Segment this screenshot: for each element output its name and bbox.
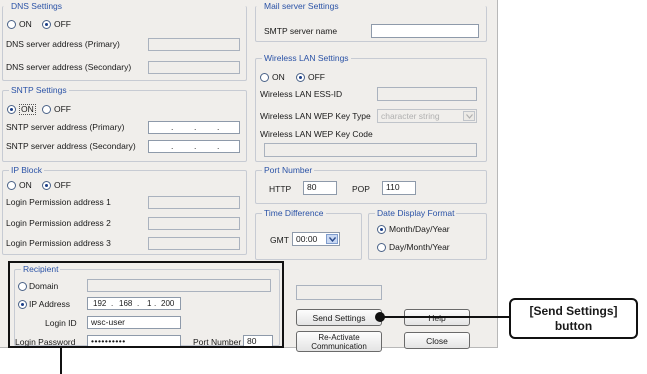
smtp-server-input[interactable] bbox=[371, 24, 479, 38]
ip-dot: . bbox=[171, 141, 174, 151]
sntp-secondary-input[interactable]: . . . bbox=[148, 140, 240, 153]
wireless-lan-group: Wireless LAN Settings ON OFF Wireless LA… bbox=[255, 53, 487, 162]
sntp-secondary-label: SNTP server address (Secondary) bbox=[6, 141, 136, 151]
dns-on-label: ON bbox=[19, 19, 32, 29]
date-display-format-group: Date Display Format Month/Day/Year Day/M… bbox=[368, 208, 487, 260]
wlan-off-label: OFF bbox=[308, 72, 325, 82]
ip-dot: . bbox=[171, 122, 174, 132]
gmt-offset-select[interactable]: 00:00 bbox=[292, 232, 340, 246]
login-permission-address-2-label: Login Permission address 2 bbox=[6, 218, 111, 228]
smtp-server-label: SMTP server name bbox=[264, 26, 338, 36]
mail-server-title: Mail server Settings bbox=[262, 1, 341, 12]
close-button[interactable]: Close bbox=[404, 332, 470, 349]
sntp-on-label: ON bbox=[19, 104, 36, 115]
wlan-essid-label: Wireless LAN ESS-ID bbox=[260, 89, 343, 99]
wlan-wep-type-select[interactable]: character string bbox=[377, 109, 477, 123]
chevron-down-icon[interactable] bbox=[463, 111, 475, 121]
date-format-mdy-label: Month/Day/Year bbox=[389, 224, 450, 234]
dns-off-label: OFF bbox=[54, 19, 71, 29]
wlan-wep-type-value: character string bbox=[381, 111, 440, 121]
ip-dot: . bbox=[194, 122, 197, 132]
time-difference-title: Time Difference bbox=[262, 208, 326, 219]
sntp-settings-group: SNTP Settings ON OFF SNTP server address… bbox=[2, 85, 247, 162]
dns-secondary-input[interactable] bbox=[148, 61, 240, 74]
reactivate-label-line1: Re-Activate bbox=[318, 332, 360, 342]
sntp-settings-title: SNTP Settings bbox=[9, 85, 69, 96]
wlan-wep-code-label: Wireless LAN WEP Key Code bbox=[260, 129, 373, 139]
wlan-wep-code-input[interactable] bbox=[264, 143, 477, 157]
login-permission-address-3-input[interactable] bbox=[148, 237, 240, 250]
dns-primary-label: DNS server address (Primary) bbox=[6, 39, 120, 49]
login-permission-address-1-input[interactable] bbox=[148, 196, 240, 209]
ipblock-on-label: ON bbox=[19, 180, 32, 190]
recipient-highlight-frame bbox=[8, 261, 284, 348]
status-box bbox=[296, 285, 382, 300]
wlan-wep-type-label: Wireless LAN WEP Key Type bbox=[260, 111, 371, 121]
time-difference-group: Time Difference GMT 00:00 bbox=[255, 208, 362, 260]
wlan-essid-input[interactable] bbox=[377, 87, 477, 101]
send-settings-callout: [Send Settings] button bbox=[509, 298, 638, 339]
login-permission-address-2-input[interactable] bbox=[148, 217, 240, 230]
sntp-primary-input[interactable]: . . . bbox=[148, 121, 240, 134]
ip-block-title: IP Block bbox=[9, 165, 45, 176]
sntp-off-radio[interactable] bbox=[42, 105, 51, 114]
ip-block-group: IP Block ON OFF Login Permission address… bbox=[2, 165, 247, 255]
login-permission-address-3-label: Login Permission address 3 bbox=[6, 238, 111, 248]
port-number-group: Port Number HTTP 80 POP 110 bbox=[255, 165, 487, 204]
date-format-dmy-radio[interactable] bbox=[377, 243, 386, 252]
highlight-pointer-line bbox=[60, 346, 62, 374]
ip-dot: . bbox=[217, 122, 220, 132]
sntp-on-radio[interactable] bbox=[7, 105, 16, 114]
pop-port-label: POP bbox=[352, 184, 370, 194]
chevron-down-icon[interactable] bbox=[326, 234, 338, 244]
mail-server-group: Mail server Settings SMTP server name bbox=[255, 1, 487, 42]
callout-line2: button bbox=[554, 318, 593, 333]
ip-dot: . bbox=[217, 141, 220, 151]
date-display-format-title: Date Display Format bbox=[375, 208, 457, 219]
wlan-on-label: ON bbox=[272, 72, 285, 82]
dns-secondary-label: DNS server address (Secondary) bbox=[6, 62, 132, 72]
date-format-mdy-radio[interactable] bbox=[377, 225, 386, 234]
sntp-off-label: OFF bbox=[54, 104, 71, 114]
date-format-dmy-label: Day/Month/Year bbox=[389, 242, 450, 252]
dns-settings-title: DNS Settings bbox=[9, 1, 65, 12]
port-number-title: Port Number bbox=[262, 165, 315, 176]
dns-off-radio[interactable] bbox=[42, 20, 51, 29]
dns-on-radio[interactable] bbox=[7, 20, 16, 29]
gmt-offset-value: 00:00 bbox=[296, 234, 318, 244]
dns-primary-input[interactable] bbox=[148, 38, 240, 51]
sntp-primary-label: SNTP server address (Primary) bbox=[6, 122, 125, 132]
wlan-on-radio[interactable] bbox=[260, 73, 269, 82]
callout-line1: [Send Settings] bbox=[529, 303, 618, 318]
ipblock-off-radio[interactable] bbox=[42, 181, 51, 190]
gmt-label: GMT bbox=[270, 235, 289, 245]
ipblock-off-label: OFF bbox=[54, 180, 71, 190]
ip-dot: . bbox=[194, 141, 197, 151]
reactivate-label-line2: Communication bbox=[311, 341, 367, 351]
ipblock-on-radio[interactable] bbox=[7, 181, 16, 190]
http-port-label: HTTP bbox=[269, 184, 292, 194]
login-permission-address-1-label: Login Permission address 1 bbox=[6, 197, 111, 207]
dns-settings-group: DNS Settings ON OFF DNS server address (… bbox=[2, 1, 247, 81]
wireless-lan-title: Wireless LAN Settings bbox=[262, 53, 351, 64]
reactivate-communication-button[interactable]: Re-Activate Communication bbox=[296, 331, 382, 352]
callout-pointer bbox=[375, 312, 510, 322]
pop-port-input[interactable]: 110 bbox=[382, 181, 416, 195]
wlan-off-radio[interactable] bbox=[296, 73, 305, 82]
http-port-input[interactable]: 80 bbox=[303, 181, 337, 195]
